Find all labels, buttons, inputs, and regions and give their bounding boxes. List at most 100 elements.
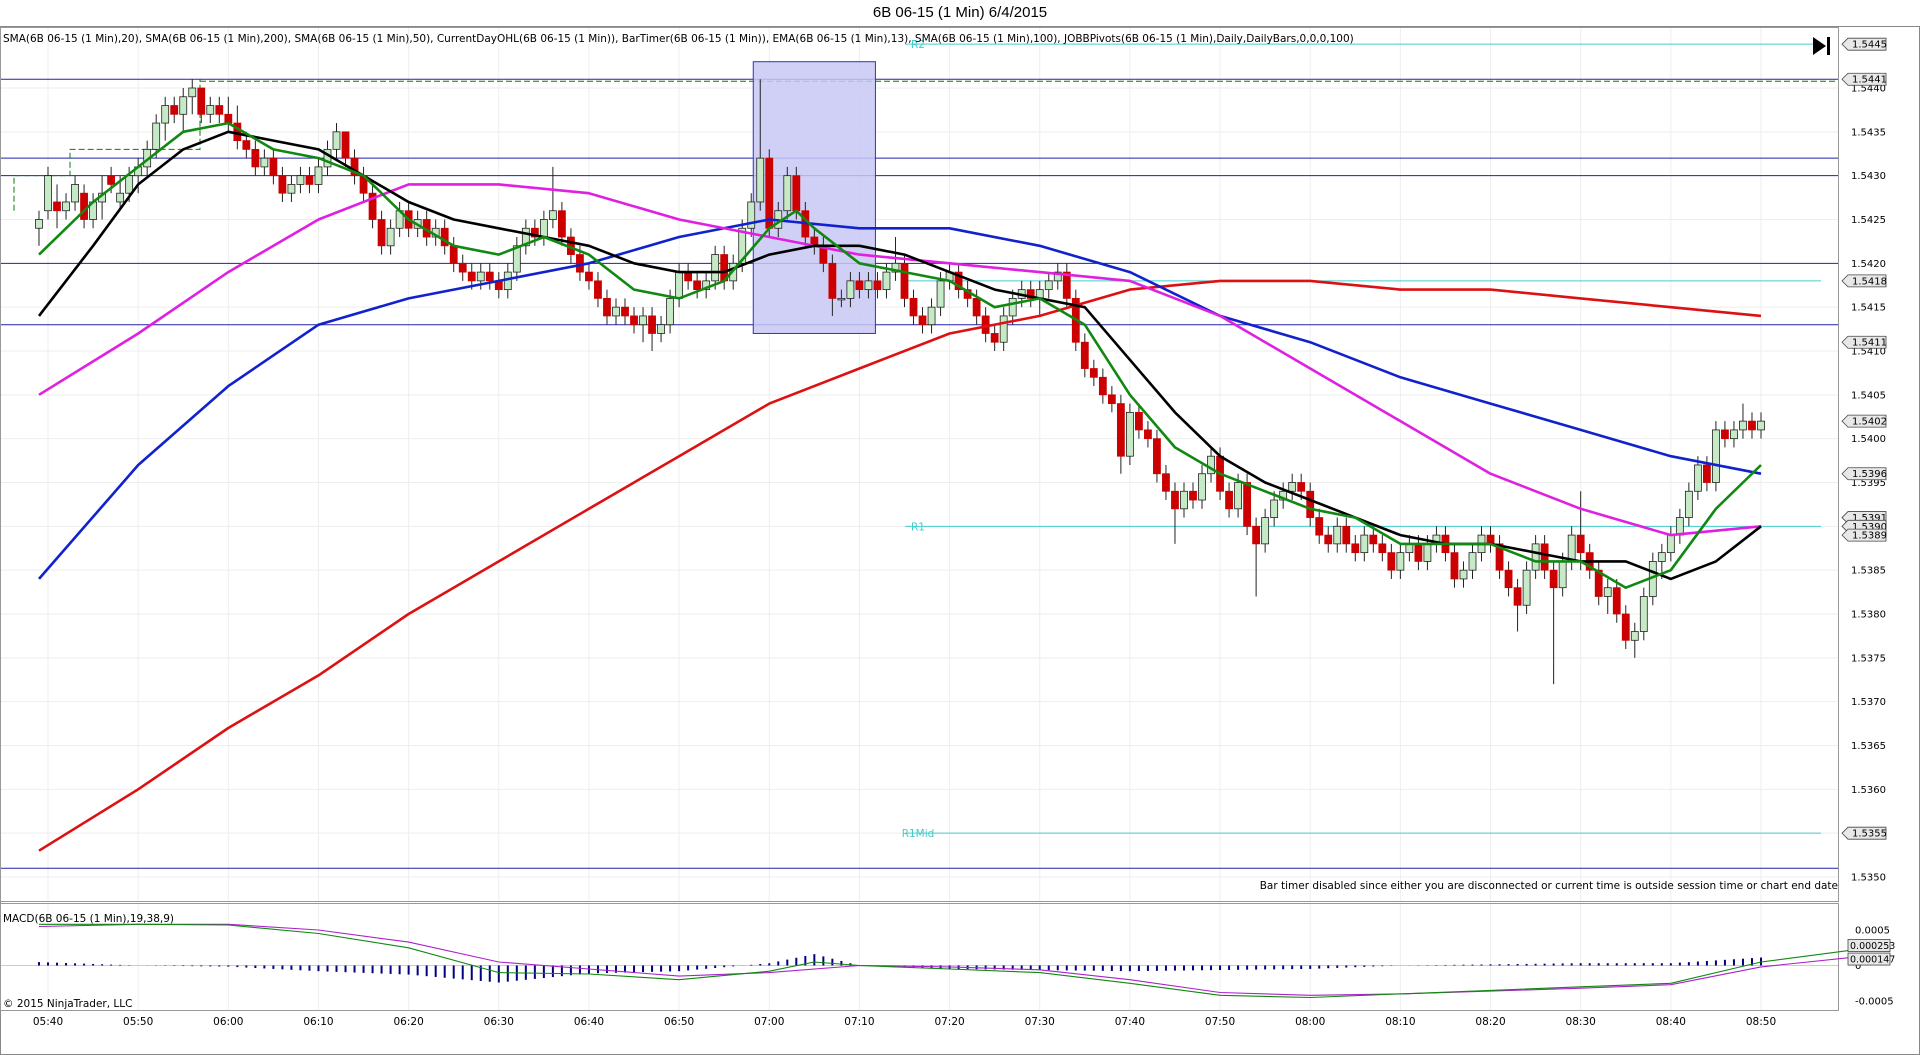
candle-down [1315,517,1324,536]
candle-down [1351,543,1360,554]
price-marker-label: 1.5441 [1852,75,1887,86]
candle-down [53,201,61,212]
price-marker-label: 1.5402 [1852,417,1887,428]
candle-down [603,297,611,317]
candle-down [1306,490,1315,518]
candle-down [1089,368,1098,378]
time-tick-label: 07:30 [1025,1016,1055,1028]
candle-up [314,166,323,185]
time-tick-label: 06:20 [393,1016,423,1028]
price-tick-label: 1.5360 [1851,785,1886,796]
price-tick-label: 1.5380 [1851,610,1886,621]
candle-down [1513,587,1522,606]
candle-down [972,297,981,317]
candle-down [855,280,864,291]
time-tick-label: 05:40 [33,1016,63,1028]
candle-up [1234,482,1242,510]
candle-up [62,201,70,212]
candle-up [639,315,647,326]
candle-up [35,219,43,229]
price-tick-label: 1.5415 [1851,303,1886,314]
candle-up [548,210,557,220]
macd-label: MACD(6B 06-15 (1 Min),19,38,9) [3,913,174,925]
candle-up [206,105,215,115]
candle-up [864,280,873,291]
candle-up [1639,596,1648,632]
candle-up [756,157,765,203]
candle-down [224,113,233,124]
candle-up [711,254,720,282]
candle-down [1576,534,1585,554]
time-tick-label: 06:50 [664,1016,694,1028]
candle-up [161,105,170,124]
time-tick-label: 06:30 [484,1016,514,1028]
macd-value-label: 0.000253 [1850,941,1895,952]
candle-down [594,280,602,299]
candle-down [1162,473,1170,492]
candle-up [1739,420,1747,431]
candle-up [657,324,665,334]
candle-down [1748,420,1756,431]
candle-down [1612,587,1621,615]
candle-up [260,157,269,168]
time-tick-label: 07:10 [844,1016,874,1028]
candle-up [1423,543,1432,562]
candle-down [1297,482,1306,492]
candle-down [900,262,909,299]
candle-down [251,148,260,168]
candle-up [612,306,620,317]
candle-up [999,315,1008,343]
candle-up [1198,473,1206,501]
pivot-label: R1Mid [902,828,935,840]
candle-up [675,271,684,299]
candle-down [80,192,88,220]
candle-up [1684,490,1693,518]
candle-down [170,105,179,115]
price-tick-label: 1.5400 [1851,434,1886,445]
candle-down [1549,569,1558,589]
candle-up [1675,517,1684,536]
candle-up [1125,411,1134,457]
candle-down [305,175,314,185]
candle-up [188,87,197,98]
candle-up [1180,490,1188,510]
pivot-label: R1 [911,521,925,533]
candle-up [783,175,792,212]
candle-down [1080,341,1089,369]
candle-down [558,210,566,238]
time-tick-label: 07:00 [754,1016,784,1028]
price-axis: 1.5350 1.5355 1.5360 1.5365 1.5370 1.5375 1.53… [1851,84,1886,884]
candle-down [1135,411,1143,431]
candle-down [1252,525,1261,545]
candle-up [1396,552,1405,571]
candle-up [1757,420,1765,431]
candle-down [1504,569,1513,589]
candle-down [873,280,882,291]
macd-value-label: 0.000147 [1850,955,1895,966]
candle-up [125,175,134,194]
candle-down [765,157,774,229]
price-marker-label: 1.5418 [1852,276,1887,287]
candle-down [377,219,386,247]
candle-up [1603,587,1612,597]
candle-up [332,131,341,150]
time-tick-label: 07:20 [934,1016,964,1028]
candle-up [1558,561,1567,589]
candle-up [1333,525,1342,545]
price-tick-label: 1.5430 [1851,171,1886,182]
price-tick-label: 1.5385 [1851,566,1886,577]
candle-down [909,297,918,317]
candle-down [792,175,801,212]
candle-down [1225,490,1233,510]
price-tick-label: 1.5350 [1851,873,1886,884]
candle-down [467,271,476,282]
time-tick-label: 08:30 [1566,1016,1596,1028]
candle-down [1153,438,1161,475]
candle-up [1730,429,1738,440]
candle-up [1270,499,1279,518]
candle-down [990,333,999,343]
candle-down [449,245,458,264]
candle-up [296,175,305,185]
candle-up [1261,517,1270,545]
candle-up [287,184,296,194]
